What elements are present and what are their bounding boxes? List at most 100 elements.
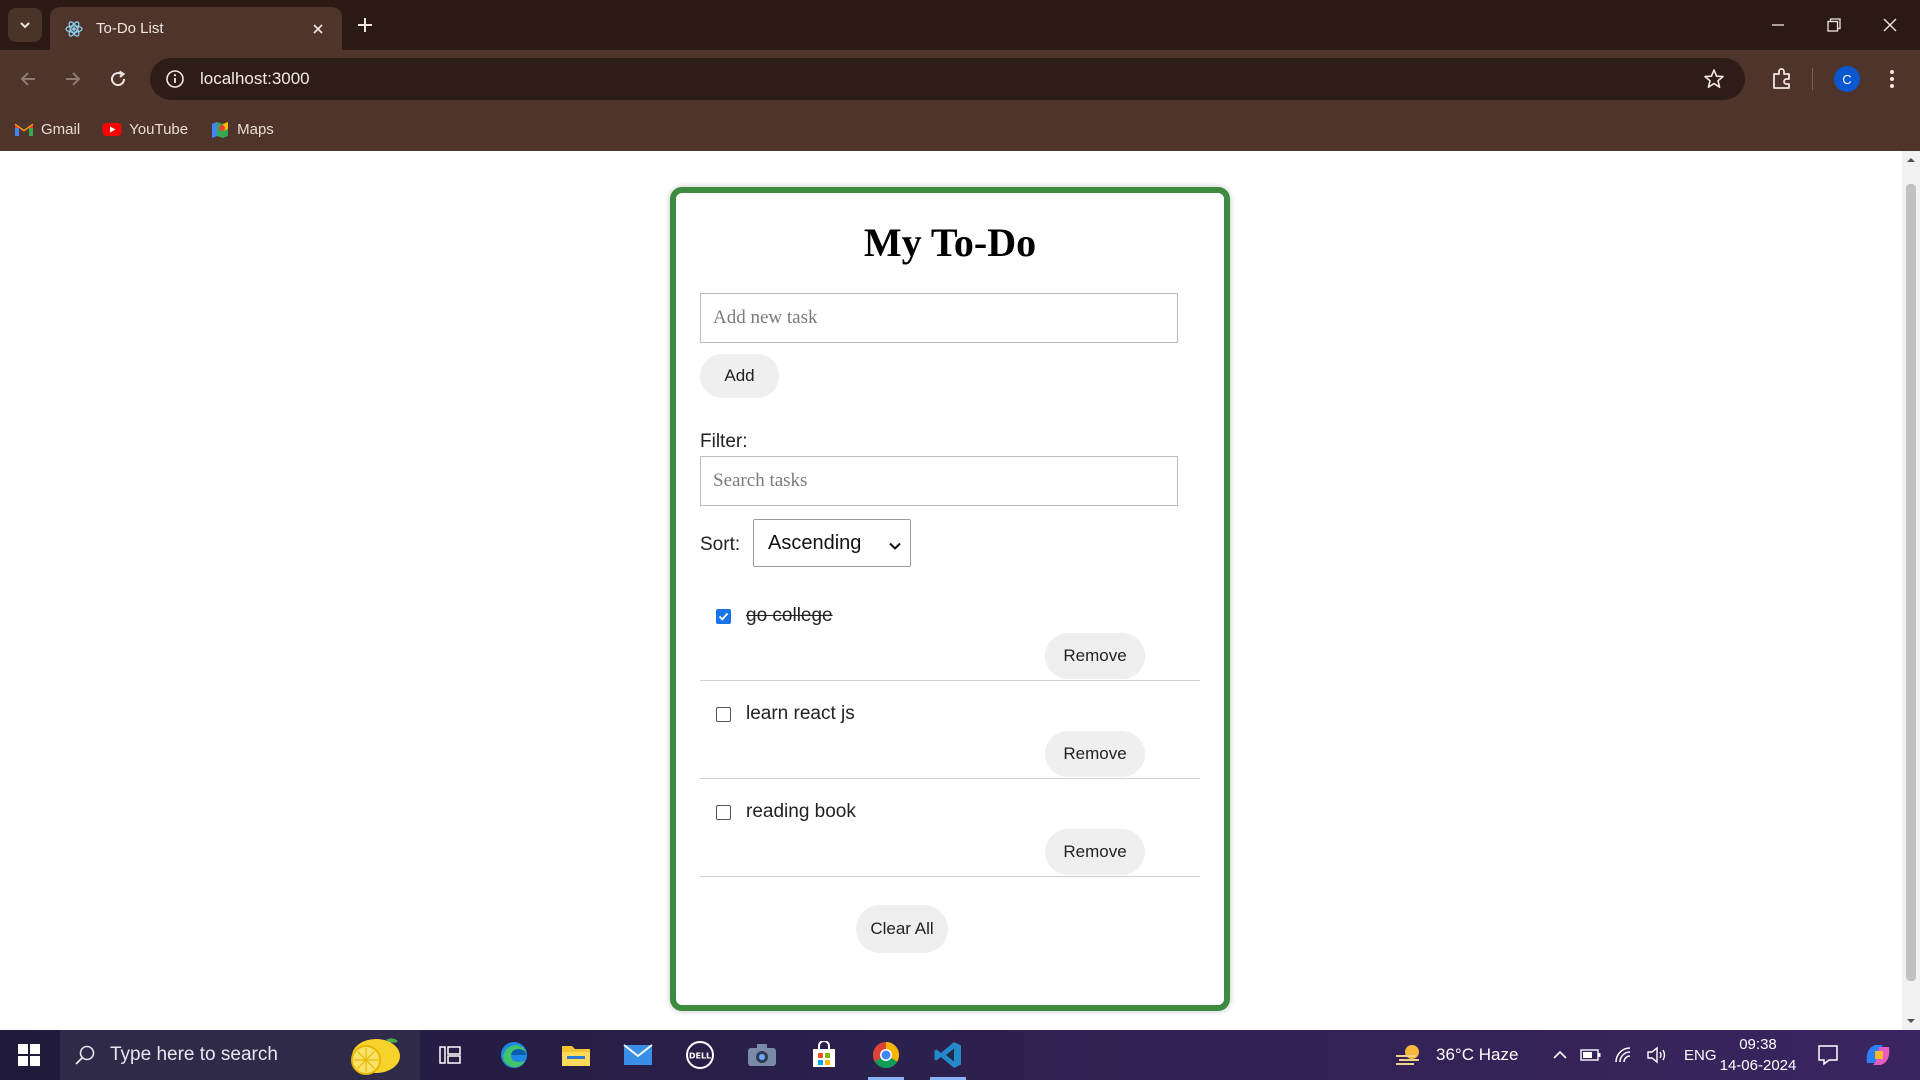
close-icon — [1883, 18, 1897, 32]
task-checkbox[interactable] — [716, 609, 731, 624]
task-list: go college Remove learn react js Remove … — [700, 583, 1200, 877]
scroll-up-icon[interactable] — [1906, 155, 1916, 165]
task-text: go college — [746, 605, 833, 626]
start-button[interactable] — [0, 1030, 58, 1080]
profile-avatar[interactable]: C — [1834, 66, 1860, 92]
maps-icon — [210, 121, 230, 138]
sort-select[interactable]: Ascending — [753, 519, 911, 567]
scrollbar-thumb[interactable] — [1906, 184, 1916, 981]
task-text: learn react js — [746, 703, 855, 724]
restore-icon — [1827, 18, 1841, 32]
taskbar-clock[interactable]: 09:38 14-06-2024 — [1700, 1034, 1816, 1076]
weather-text: 36°C Haze — [1436, 1045, 1519, 1064]
task-text: reading book — [746, 801, 856, 822]
windows-taskbar: Type here to search DELL 36°C Haze ENG 0 — [0, 1030, 1920, 1080]
tab-title: To-Do List — [96, 20, 164, 37]
remove-button[interactable]: Remove — [1045, 829, 1145, 875]
task-item: learn react js Remove — [700, 681, 1200, 779]
bookmark-maps[interactable]: Maps — [210, 121, 274, 138]
close-window-button[interactable] — [1874, 10, 1906, 40]
clock-date: 14-06-2024 — [1719, 1057, 1797, 1074]
chrome-app[interactable] — [858, 1030, 914, 1080]
arrow-right-icon — [66, 72, 81, 86]
todo-card: My To-Do Add Filter: Sort: Ascending go … — [670, 187, 1230, 1011]
task-item: go college Remove — [700, 583, 1200, 681]
search-input[interactable] — [700, 456, 1178, 506]
chevron-down-icon — [888, 536, 902, 550]
back-button[interactable] — [14, 65, 42, 93]
task-checkbox[interactable] — [716, 805, 731, 820]
dell-app[interactable]: DELL — [672, 1030, 728, 1080]
gmail-icon — [14, 122, 34, 138]
add-button[interactable]: Add — [700, 354, 779, 398]
browser-tab[interactable]: To-Do List — [50, 7, 342, 50]
copilot-button[interactable] — [1850, 1030, 1906, 1080]
remove-button[interactable]: Remove — [1045, 633, 1145, 679]
minimize-button[interactable] — [1762, 10, 1794, 40]
search-icon — [75, 1045, 95, 1065]
reload-button[interactable] — [104, 65, 132, 93]
browser-tabstrip: To-Do List — [0, 0, 1920, 50]
page-viewport: My To-Do Add Filter: Sort: Ascending go … — [0, 151, 1902, 1030]
bookmarks-bar: Gmail YouTube Maps — [0, 108, 1920, 151]
taskbar-search-box[interactable]: Type here to search — [60, 1030, 420, 1080]
youtube-icon — [102, 122, 122, 138]
page-scrollbar[interactable] — [1902, 151, 1920, 1030]
task-view-icon — [439, 1046, 461, 1064]
react-icon — [64, 19, 84, 39]
filter-label: Filter: — [700, 431, 748, 452]
new-tab-button[interactable] — [352, 12, 378, 38]
camera-app[interactable] — [734, 1030, 790, 1080]
checkmark-icon — [718, 612, 729, 621]
arrow-left-icon — [20, 72, 35, 86]
remove-button[interactable]: Remove — [1045, 731, 1145, 777]
bookmark-gmail[interactable]: Gmail — [14, 121, 80, 138]
clear-all-button[interactable]: Clear All — [856, 905, 948, 953]
volume-icon[interactable] — [1646, 1046, 1668, 1064]
dell-logo-icon: DELL — [686, 1041, 714, 1069]
chevron-up-icon[interactable] — [1552, 1047, 1568, 1063]
info-icon[interactable] — [164, 68, 186, 90]
mail-app[interactable] — [610, 1030, 666, 1080]
store-app[interactable] — [796, 1030, 852, 1080]
bookmark-star-icon[interactable] — [1703, 68, 1725, 90]
file-explorer-app[interactable] — [548, 1030, 604, 1080]
svg-text:DELL: DELL — [689, 1052, 711, 1061]
close-tab-icon[interactable] — [308, 19, 328, 39]
vscode-icon — [934, 1042, 961, 1068]
new-task-input[interactable] — [700, 293, 1178, 343]
extensions-icon[interactable] — [1769, 66, 1795, 92]
vscode-app[interactable] — [920, 1030, 976, 1080]
task-checkbox[interactable] — [716, 707, 731, 722]
folder-icon — [562, 1046, 590, 1066]
chrome-icon — [872, 1041, 900, 1069]
clock-time: 09:38 — [1739, 1036, 1777, 1053]
task-view-button[interactable] — [422, 1030, 478, 1080]
tab-search-button[interactable] — [8, 8, 42, 42]
battery-icon[interactable] — [1580, 1048, 1602, 1062]
restore-button[interactable] — [1818, 10, 1850, 40]
edge-icon — [501, 1042, 527, 1068]
more-menu-icon[interactable] — [1880, 66, 1904, 92]
bookmark-label: YouTube — [129, 121, 189, 138]
forward-button[interactable] — [59, 65, 87, 93]
scroll-down-icon[interactable] — [1906, 1016, 1916, 1026]
store-icon — [813, 1041, 835, 1067]
bookmark-label: Maps — [237, 121, 274, 138]
chevron-down-icon — [20, 22, 30, 29]
mail-icon — [623, 1044, 653, 1065]
taskbar-search-placeholder: Type here to search — [110, 1044, 278, 1065]
task-item: reading book Remove — [700, 779, 1200, 877]
bookmark-youtube[interactable]: YouTube — [102, 121, 188, 138]
system-tray: ENG — [1552, 1030, 1717, 1080]
edge-app[interactable] — [486, 1030, 542, 1080]
page-title: My To-Do — [863, 220, 1037, 265]
windows-logo-icon — [18, 1044, 40, 1066]
address-bar[interactable]: localhost:3000 — [150, 58, 1745, 100]
weather-widget[interactable]: 36°C Haze — [1394, 1030, 1518, 1080]
notifications-button[interactable] — [1800, 1030, 1856, 1080]
wifi-icon[interactable] — [1614, 1046, 1634, 1064]
sort-label: Sort: — [700, 534, 741, 555]
bookmark-label: Gmail — [41, 121, 81, 138]
camera-icon — [748, 1044, 776, 1066]
